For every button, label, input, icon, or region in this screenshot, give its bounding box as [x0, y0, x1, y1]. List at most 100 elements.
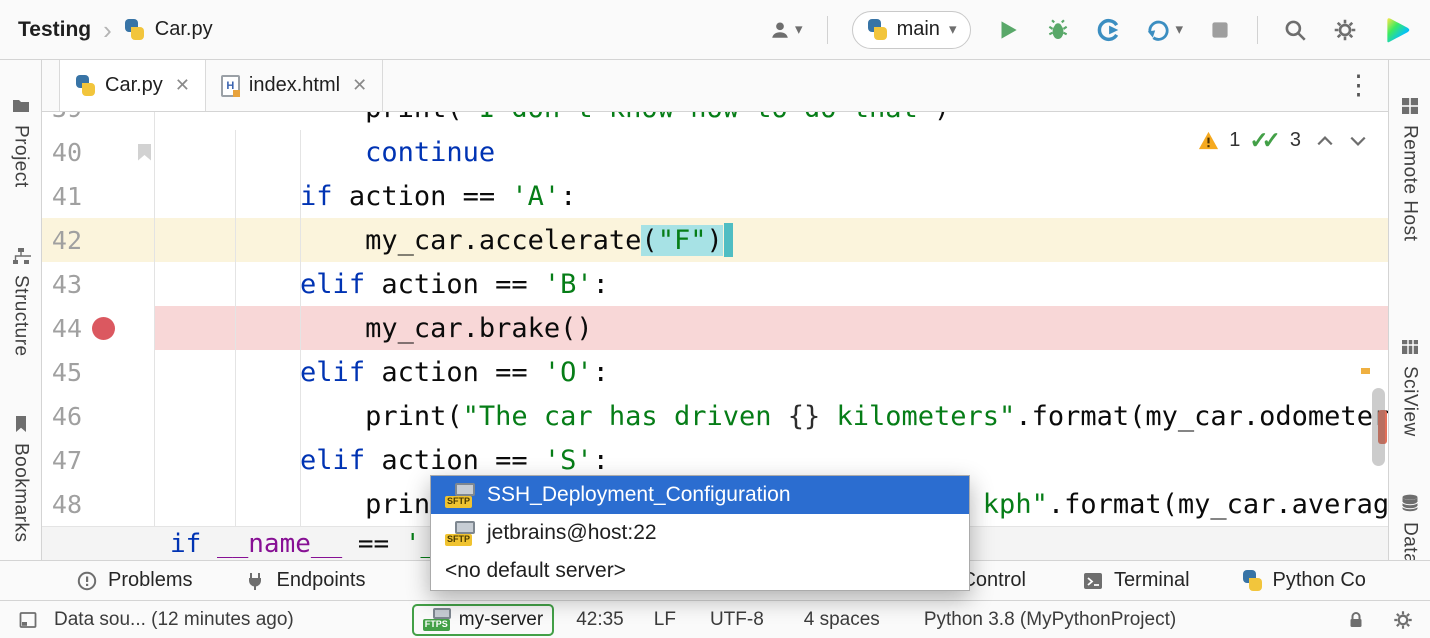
jetbrains-logo-icon[interactable]	[1382, 15, 1412, 45]
bookmark-icon	[138, 144, 151, 161]
popup-item-label: <no default server>	[445, 559, 626, 583]
toolwindow-label: Python Co	[1273, 569, 1366, 592]
gutter[interactable]: 46	[42, 394, 155, 438]
folder-icon	[11, 96, 31, 116]
caret-position[interactable]: 42:35	[576, 609, 624, 631]
toolwindow-problems[interactable]: Problems	[76, 569, 192, 592]
sidebar-item-sciview[interactable]: SciView	[1399, 337, 1421, 437]
code-line-44[interactable]: 44 my_car.brake()	[42, 306, 1388, 350]
deployment-server-selector[interactable]: FTPS my-server	[412, 604, 554, 636]
line-number: 40	[42, 138, 82, 167]
code-line-42[interactable]: 42 my_car.accelerate("F")	[42, 218, 1388, 262]
gutter[interactable]: 40	[42, 130, 155, 174]
toolwindow-python-console[interactable]: Python Co	[1242, 569, 1366, 592]
line-number: 43	[42, 270, 82, 299]
debug-button[interactable]	[1045, 17, 1071, 43]
toolbar-actions: ▾ main ▾ ▾	[769, 11, 1412, 49]
warning-stripe-mark[interactable]	[1361, 368, 1370, 374]
tab-car-py[interactable]: Car.py ✕	[59, 60, 206, 111]
gear-icon[interactable]	[1392, 609, 1414, 631]
python-interpreter[interactable]: Python 3.8 (MyPythonProject)	[924, 609, 1176, 631]
python-file-icon	[75, 75, 96, 96]
deployment-server-popup: SFTP SSH_Deployment_Configuration SFTP j…	[430, 475, 970, 591]
chevron-up-icon[interactable]	[1316, 135, 1334, 147]
run-with-coverage-button[interactable]	[1095, 17, 1121, 43]
gutter[interactable]: 44	[42, 306, 155, 350]
tab-index-html[interactable]: H index.html ✕	[206, 60, 383, 111]
gutter[interactable]: 43	[42, 262, 155, 306]
search-everywhere-button[interactable]	[1282, 17, 1308, 43]
code-text: my_car.accelerate("F")	[155, 218, 1388, 262]
endpoints-icon	[244, 570, 266, 592]
close-icon[interactable]: ✕	[175, 75, 190, 96]
toolwindow-version-control[interactable]: Control	[961, 569, 1025, 592]
run-button[interactable]	[995, 17, 1021, 43]
line-number: 42	[42, 226, 82, 255]
gutter[interactable]: 41	[42, 174, 155, 218]
breakpoint-icon[interactable]	[92, 317, 115, 340]
sidebar-item-project[interactable]: Project	[10, 96, 32, 188]
stop-button[interactable]	[1207, 17, 1233, 43]
popup-item-no-default-server[interactable]: <no default server>	[431, 552, 969, 590]
python-icon	[867, 19, 888, 40]
toolwindow-label: Control	[961, 569, 1025, 592]
code-text: my_car.brake()	[155, 306, 1388, 350]
lock-icon[interactable]	[1346, 610, 1366, 630]
sidebar-item-bookmarks[interactable]: Bookmarks	[10, 414, 32, 543]
gutter[interactable]: 45	[42, 350, 155, 394]
breadcrumb-file[interactable]: Car.py	[155, 18, 213, 41]
sftp-icon: SFTP	[445, 521, 475, 546]
toolwindow-label: Terminal	[1114, 569, 1190, 592]
inspections-widget[interactable]: 1 ✓✓ 3	[1190, 124, 1374, 157]
line-number: 46	[42, 402, 82, 431]
warning-icon	[1197, 129, 1220, 152]
ftps-badge: FTPS	[423, 619, 450, 631]
toolwindow-label: Endpoints	[276, 569, 365, 592]
html-file-icon: H	[221, 75, 240, 97]
tool-window-layout-icon[interactable]	[18, 610, 38, 630]
sync-status[interactable]: Data sou... (12 minutes ago)	[54, 609, 294, 631]
tab-label: index.html	[249, 74, 340, 97]
chevron-down-icon[interactable]	[1349, 135, 1367, 147]
right-tool-stripe: Remote Host SciView Database	[1388, 60, 1430, 560]
main-toolbar: Testing › Car.py ▾ main ▾ ▾	[0, 0, 1430, 60]
run-configuration-selector[interactable]: main ▾	[852, 11, 972, 49]
code-line-46[interactable]: 46 print("The car has driven {} kilomete…	[42, 394, 1388, 438]
code-line-39[interactable]: 39 print("I don't know how to do that")	[42, 112, 1388, 130]
code-line-40[interactable]: 40 continue	[42, 130, 1388, 174]
structure-icon	[11, 246, 31, 266]
sidebar-item-structure[interactable]: Structure	[10, 246, 32, 357]
profiler-button[interactable]: ▾	[1145, 17, 1183, 43]
gutter[interactable]: 39	[42, 112, 155, 130]
settings-button[interactable]	[1332, 17, 1358, 43]
user-icon	[769, 19, 791, 41]
tab-options-kebab-icon[interactable]: ⋮	[1345, 70, 1372, 101]
sidebar-item-database: Database	[1399, 493, 1421, 560]
code-text: if action == 'A':	[155, 174, 1388, 218]
toolbar-separator	[827, 16, 828, 44]
code-line-45[interactable]: 45 elif action == 'O':	[42, 350, 1388, 394]
popup-item-jetbrains-host[interactable]: SFTP jetbrains@host:22	[431, 514, 969, 552]
toolwindow-endpoints[interactable]: Endpoints	[244, 569, 365, 592]
code-line-41[interactable]: 41 if action == 'A':	[42, 174, 1388, 218]
stripe-label: Project	[10, 125, 32, 188]
file-encoding[interactable]: UTF-8	[710, 609, 764, 631]
popup-item-ssh-deployment[interactable]: SFTP SSH_Deployment_Configuration	[431, 476, 969, 514]
sidebar-item-remote-host[interactable]: Remote Host	[1399, 96, 1421, 241]
editor-tab-bar: Car.py ✕ H index.html ✕ ⋮	[42, 60, 1388, 112]
line-number: 44	[42, 314, 82, 343]
user-menu-button[interactable]: ▾	[769, 19, 803, 41]
stripe-label: Bookmarks	[10, 443, 32, 543]
indent-setting[interactable]: 4 spaces	[804, 609, 880, 631]
gutter[interactable]: 47	[42, 438, 155, 482]
toolbar-separator	[1257, 16, 1258, 44]
close-icon[interactable]: ✕	[352, 75, 367, 96]
popup-item-label: jetbrains@host:22	[487, 521, 657, 545]
gutter[interactable]: 42	[42, 218, 155, 262]
breadcrumb-project[interactable]: Testing	[18, 18, 91, 42]
line-separator[interactable]: LF	[654, 609, 676, 631]
toolwindow-terminal[interactable]: Terminal	[1082, 569, 1190, 592]
scrollbar-thumb[interactable]	[1372, 388, 1385, 466]
gutter[interactable]: 48	[42, 482, 155, 526]
code-line-43[interactable]: 43 elif action == 'B':	[42, 262, 1388, 306]
